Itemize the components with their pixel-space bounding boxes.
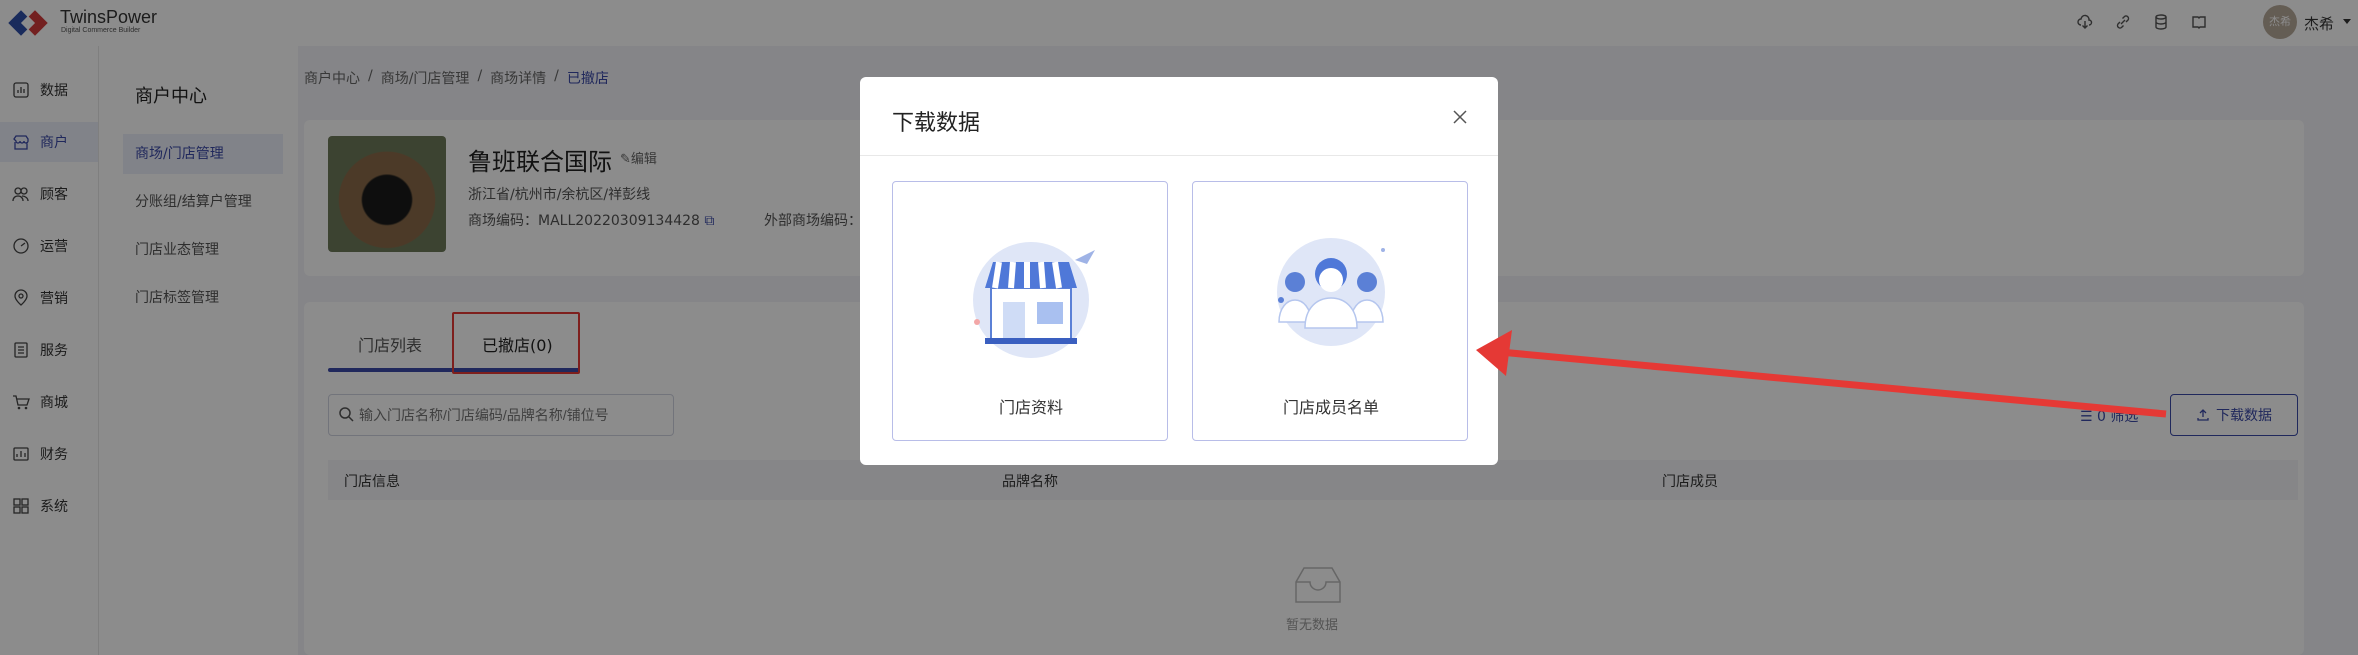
option-label: 门店成员名单 bbox=[1282, 398, 1379, 417]
modal-divider bbox=[860, 155, 1498, 156]
modal-title: 下载数据 bbox=[892, 111, 981, 136]
option-label: 门店资料 bbox=[998, 398, 1063, 417]
storefront-illustration-icon bbox=[973, 242, 1095, 358]
people-illustration-icon bbox=[1277, 238, 1385, 346]
option-store-members[interactable]: 门店成员名单 bbox=[1192, 181, 1468, 441]
close-icon[interactable] bbox=[1450, 107, 1470, 127]
download-data-modal: 下载数据 门店资料 门店成员名单 bbox=[860, 77, 1498, 465]
option-store-info[interactable]: 门店资料 bbox=[892, 181, 1168, 441]
